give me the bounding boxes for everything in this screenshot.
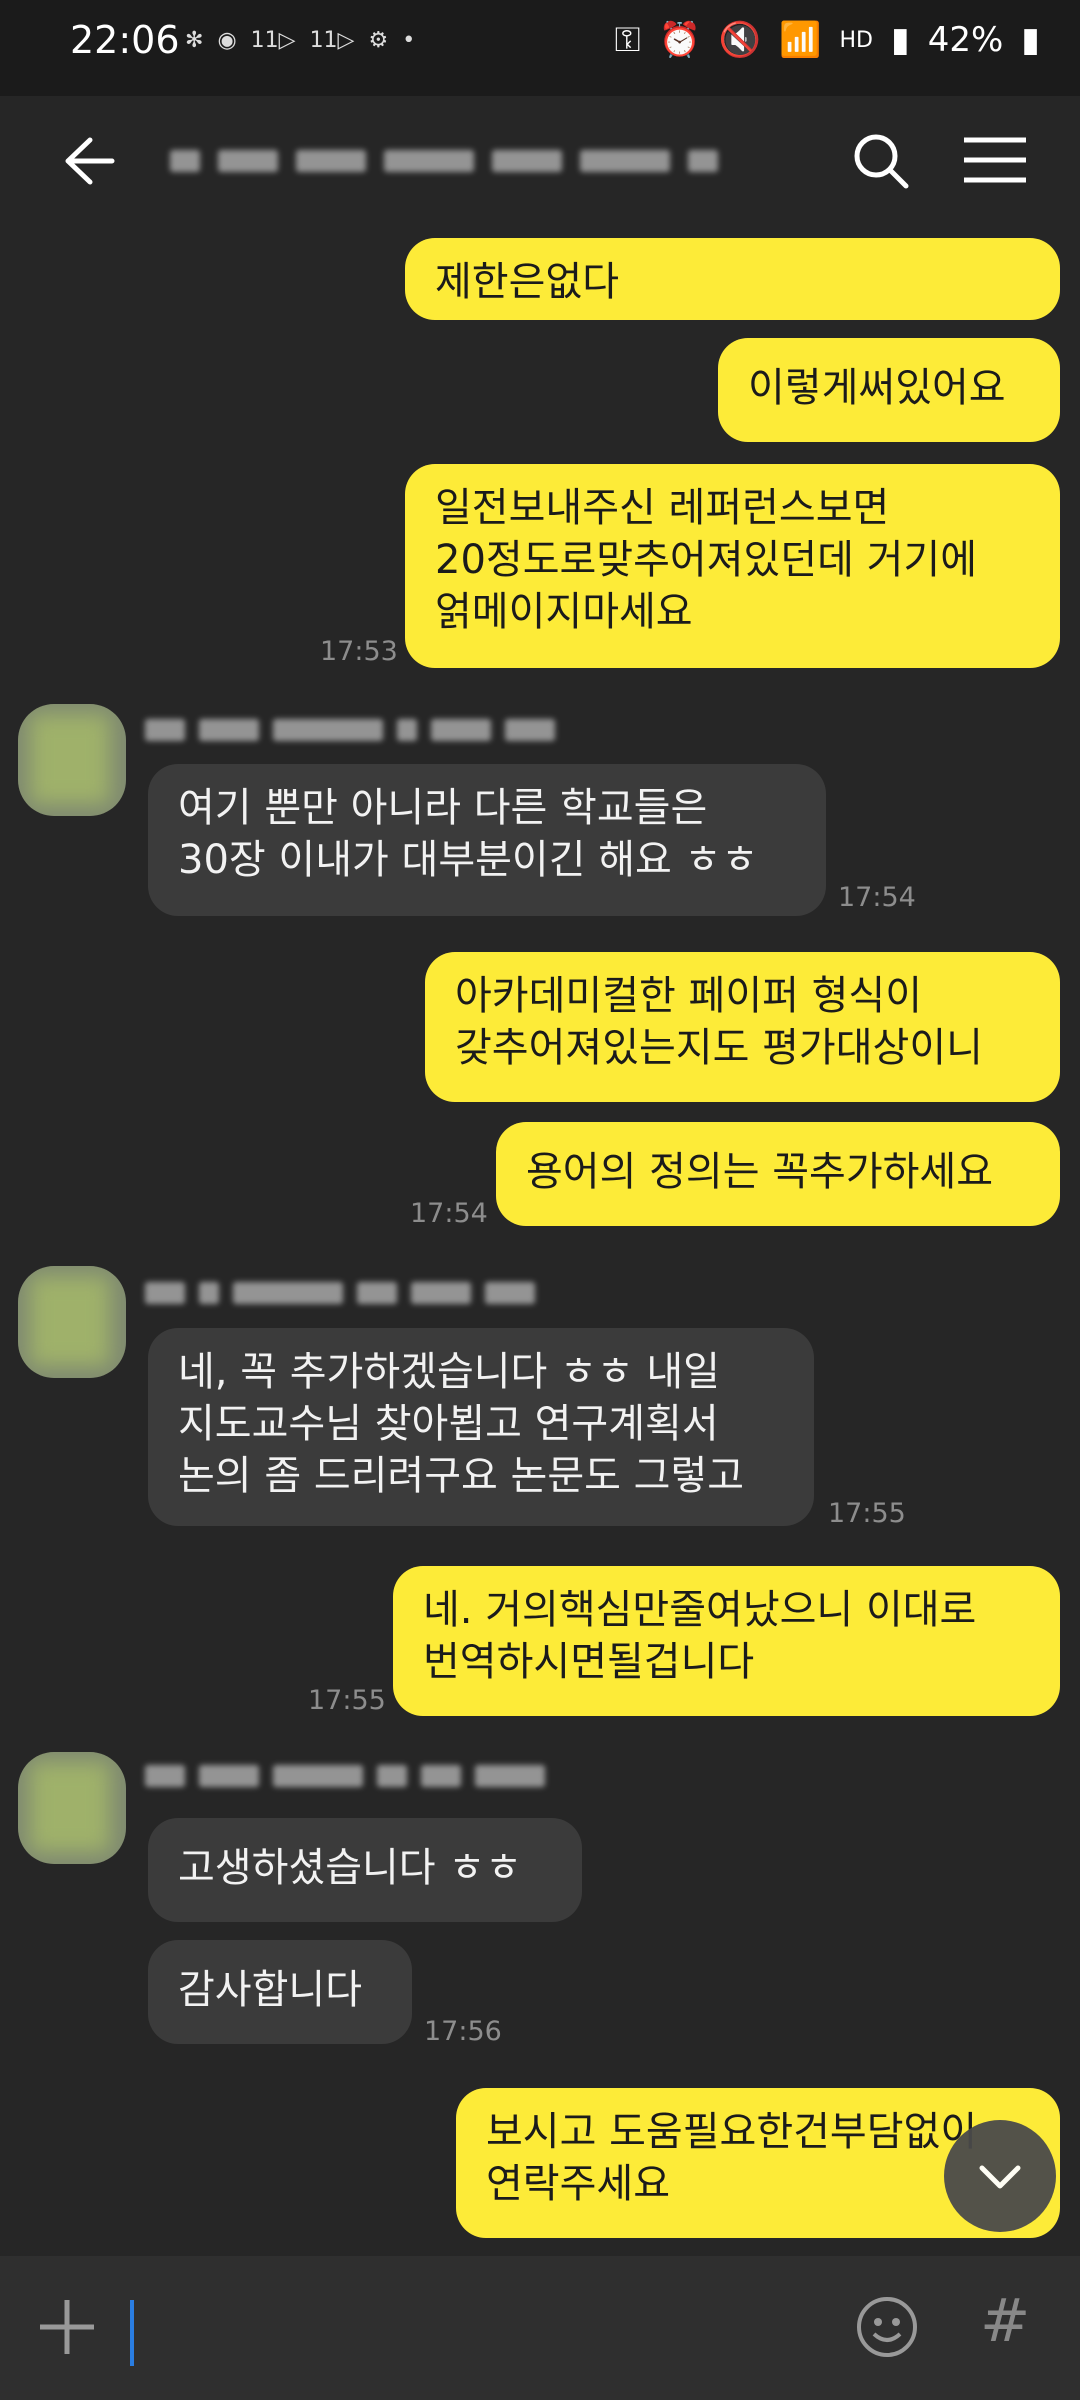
- message-time: 17:53: [320, 636, 398, 667]
- wifi-icon: 📶: [779, 20, 822, 60]
- chat-header: [0, 96, 1080, 222]
- sender-name-blurred: [145, 1758, 545, 1794]
- message-time: 17:54: [838, 882, 916, 913]
- avatar[interactable]: [18, 1752, 126, 1864]
- message-input-bar: #: [0, 2256, 1080, 2400]
- alarm-icon: ⏰: [658, 20, 701, 60]
- eleven-icon: 11▷: [250, 28, 296, 53]
- network-icon: ✻: [185, 28, 204, 53]
- key-icon: ⚿: [614, 20, 641, 60]
- message-time: 17:55: [308, 1685, 386, 1716]
- sender-name-blurred: [145, 712, 555, 748]
- sender-name-blurred: [145, 1275, 535, 1311]
- avatar[interactable]: [18, 1266, 126, 1378]
- emoji-icon[interactable]: [852, 2292, 922, 2362]
- message-bubble-mine[interactable]: 일전보내주신 레퍼런스보면 20정도로맞추어져있던데 거기에 얽메이지마세요: [405, 464, 1060, 668]
- status-time: 22:06: [70, 18, 180, 62]
- message-time: 17:54: [410, 1198, 488, 1229]
- message-time: 17:55: [828, 1498, 906, 1529]
- mute-icon: 🔇: [718, 20, 762, 60]
- hash-button[interactable]: #: [980, 2286, 1030, 2356]
- search-icon[interactable]: [846, 126, 916, 196]
- message-time: 17:56: [424, 2016, 502, 2047]
- message-bubble-mine[interactable]: 제한은없다: [405, 238, 1060, 320]
- plus-icon[interactable]: [36, 2296, 98, 2358]
- message-bubble-other[interactable]: 감사합니다: [148, 1940, 412, 2044]
- scroll-to-bottom-button[interactable]: [944, 2120, 1056, 2232]
- battery-icon: ▮: [1021, 20, 1040, 60]
- chat-title-blurred: [170, 136, 770, 186]
- chevron-down-icon: [979, 2165, 1021, 2189]
- status-right-icons: ⚿ ⏰ 🔇 📶 HD ▮ 42% ▮: [615, 20, 1040, 60]
- status-left-icons: ✻ ◉ 11▷ 11▷ ⚙ •: [185, 28, 415, 53]
- dot-icon: •: [402, 28, 416, 53]
- message-bubble-mine[interactable]: 이렇게써있어요: [718, 338, 1060, 442]
- message-bubble-mine[interactable]: 아카데미컬한 페이퍼 형식이 갖추어져있는지도 평가대상이니: [425, 952, 1060, 1102]
- settings-icon: ⚙: [368, 28, 389, 53]
- avatar[interactable]: [18, 704, 126, 816]
- back-arrow-icon[interactable]: [50, 126, 120, 196]
- eleven-icon-2: 11▷: [309, 28, 355, 53]
- battery-percent: 42%: [927, 20, 1004, 60]
- message-bubble-mine[interactable]: 네. 거의핵심만줄여났으니 이대로 번역하시면될겁니다: [393, 1566, 1060, 1716]
- message-bubble-other[interactable]: 여기 뿐만 아니라 다른 학교들은 30장 이내가 대부분이긴 해요 ㅎㅎ: [148, 764, 826, 916]
- status-bar: 22:06 ✻ ◉ 11▷ 11▷ ⚙ • ⚿ ⏰ 🔇 📶 HD ▮ 42% ▮: [0, 0, 1080, 96]
- message-bubble-other[interactable]: 고생하셨습니다 ㅎㅎ: [148, 1818, 582, 1922]
- message-bubble-other[interactable]: 네, 꼭 추가하겠습니다 ㅎㅎ 내일 지도교수님 찾아뵙고 연구계획서 논의 좀…: [148, 1328, 814, 1526]
- text-cursor[interactable]: [130, 2300, 134, 2366]
- hd-voice-label: HD: [839, 27, 873, 53]
- menu-icon[interactable]: [960, 130, 1030, 190]
- talk-icon: ◉: [217, 28, 237, 53]
- message-bubble-mine[interactable]: 용어의 정의는 꼭추가하세요: [496, 1122, 1060, 1226]
- signal-icon: ▮: [890, 20, 910, 60]
